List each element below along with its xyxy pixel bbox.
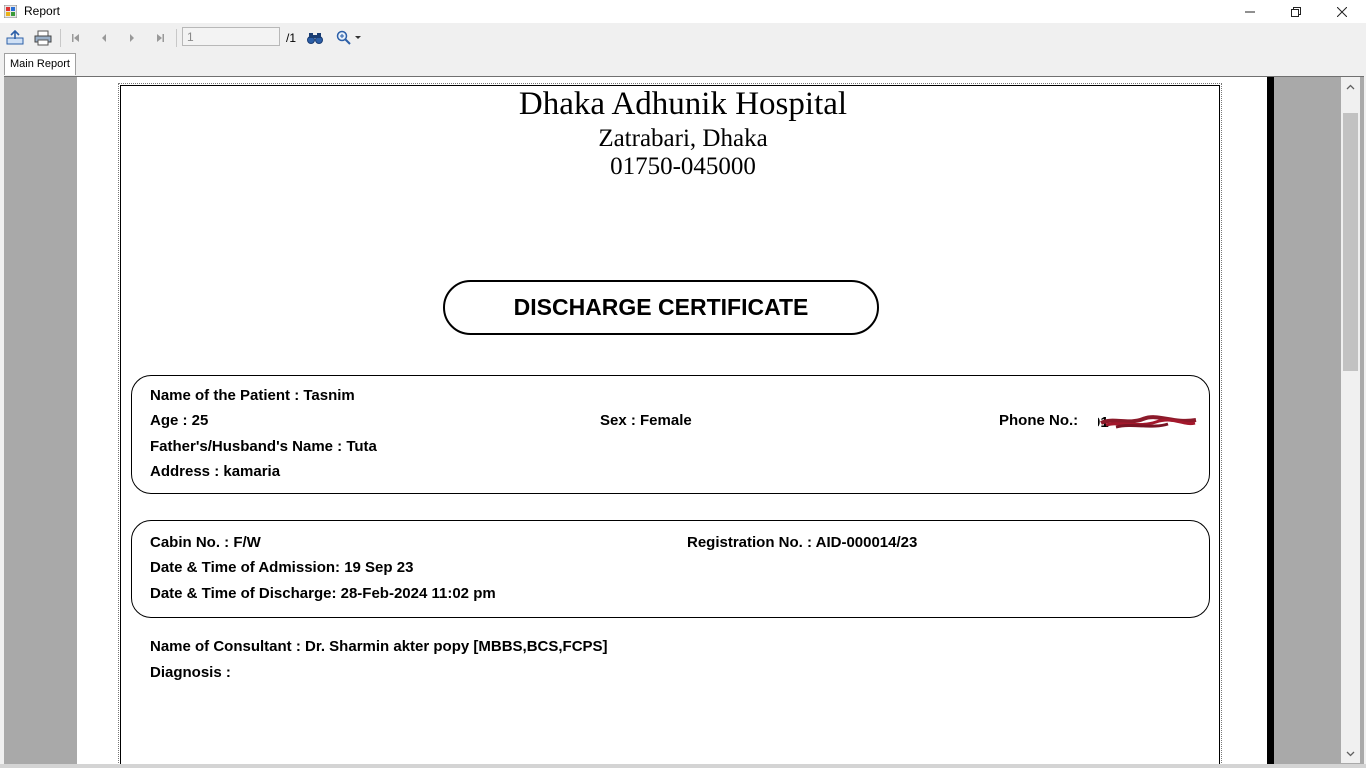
window-title: Report bbox=[24, 4, 61, 18]
consultant-name: Name of Consultant : Dr. Sharmin akter p… bbox=[150, 638, 608, 655]
patient-age: Age : 25 bbox=[150, 412, 209, 429]
chevron-up-icon bbox=[1346, 84, 1355, 89]
title-bar: Report bbox=[0, 0, 1366, 23]
page-number-input[interactable] bbox=[182, 27, 280, 46]
horizontal-scrollbar[interactable] bbox=[0, 764, 1366, 768]
patient-phone-label: Phone No.: bbox=[999, 412, 1079, 429]
admission-datetime: Date & Time of Admission: 19 Sep 23 bbox=[150, 559, 414, 576]
close-button[interactable] bbox=[1319, 0, 1365, 23]
export-button[interactable] bbox=[4, 27, 26, 49]
scroll-down-button[interactable] bbox=[1341, 745, 1360, 762]
patient-name: Name of the Patient : Tasnim bbox=[150, 387, 355, 404]
report-app-icon bbox=[4, 5, 17, 18]
hospital-phone: 01750-045000 bbox=[610, 153, 756, 180]
last-page-icon bbox=[157, 34, 164, 42]
certificate-title: DISCHARGE CERTIFICATE bbox=[443, 280, 879, 335]
last-page-button[interactable] bbox=[149, 27, 171, 49]
next-page-button[interactable] bbox=[121, 27, 143, 49]
export-icon bbox=[6, 30, 24, 45]
restore-icon bbox=[1291, 6, 1301, 17]
print-icon bbox=[34, 30, 52, 46]
scrollbar-thumb[interactable] bbox=[1343, 113, 1358, 371]
find-button[interactable] bbox=[304, 27, 326, 49]
diagnosis-label: Diagnosis : bbox=[150, 664, 231, 681]
guardian-name: Father's/Husband's Name : Tuta bbox=[150, 438, 377, 455]
tab-main-report[interactable]: Main Report bbox=[4, 53, 76, 75]
toolbar-separator bbox=[60, 29, 61, 47]
next-page-icon bbox=[130, 34, 134, 42]
minimize-icon bbox=[1245, 11, 1255, 12]
chevron-down-icon bbox=[354, 36, 361, 39]
minimize-button[interactable] bbox=[1227, 0, 1273, 23]
chevron-down-icon bbox=[1346, 751, 1355, 756]
hospital-name: Dhaka Adhunik Hospital bbox=[518, 86, 848, 122]
print-button[interactable] bbox=[32, 27, 54, 49]
restore-button[interactable] bbox=[1273, 0, 1319, 23]
hospital-location: Zatrabari, Dhaka bbox=[598, 125, 768, 152]
zoom-dropdown-button[interactable] bbox=[332, 27, 364, 49]
binoculars-icon bbox=[307, 33, 323, 44]
patient-sex: Sex : Female bbox=[600, 412, 692, 429]
scroll-up-button[interactable] bbox=[1341, 78, 1360, 95]
redacted-phone-scribble: 01 bbox=[1098, 414, 1197, 431]
cabin-number: Cabin No. : F/W bbox=[150, 534, 261, 551]
previous-page-icon bbox=[102, 34, 106, 42]
first-page-button[interactable] bbox=[65, 27, 87, 49]
tab-strip: Main Report bbox=[0, 52, 1366, 76]
close-icon bbox=[1337, 6, 1347, 17]
vertical-scrollbar[interactable] bbox=[1341, 77, 1360, 763]
page-total: /1 bbox=[286, 31, 297, 45]
toolbar-separator bbox=[176, 29, 177, 47]
patient-address: Address : kamaria bbox=[150, 463, 281, 480]
registration-number: Registration No. : AID-000014/23 bbox=[687, 534, 918, 551]
previous-page-button[interactable] bbox=[93, 27, 115, 49]
first-page-icon bbox=[72, 34, 79, 42]
zoom-icon bbox=[336, 30, 351, 45]
discharge-datetime: Date & Time of Discharge: 28-Feb-2024 11… bbox=[150, 585, 496, 602]
